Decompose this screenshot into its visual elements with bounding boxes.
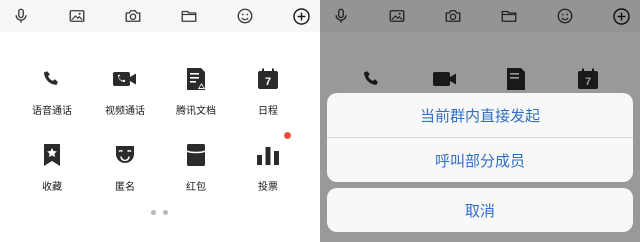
image-icon[interactable]: [67, 6, 87, 26]
chat-input-panel-left: 语音通话 视频通话 腾讯文档 7 日程 收藏 匿名 红包 投票: [0, 0, 320, 242]
tile-label: 收藏: [42, 182, 62, 193]
bookmark-star-icon: [39, 142, 65, 168]
page-dot[interactable]: [151, 210, 156, 215]
favorites-tile[interactable]: 收藏: [20, 142, 84, 202]
red-packet-tile[interactable]: 红包: [164, 142, 228, 202]
poll-tile[interactable]: 投票: [236, 142, 300, 202]
tile-label: 红包: [186, 182, 206, 193]
page-dot[interactable]: [163, 210, 168, 215]
call-some-members-option[interactable]: 呼叫部分成员: [327, 138, 633, 182]
video-call-tile[interactable]: 视频通话: [93, 66, 157, 126]
schedule-tile[interactable]: 7 日程: [236, 66, 300, 126]
calendar-icon: 7: [255, 66, 281, 92]
tile-label: 语音通话: [32, 106, 72, 117]
page-indicator: [0, 210, 320, 216]
start-in-group-option[interactable]: 当前群内直接发起: [327, 93, 633, 137]
tencent-docs-tile[interactable]: 腾讯文档: [164, 66, 228, 126]
document-icon: [183, 66, 209, 92]
chat-input-panel-right: 7 当前群内直接发起 呼叫部分成员 取消: [320, 0, 640, 242]
poll-bars-icon: [255, 142, 281, 168]
red-packet-icon: [183, 142, 209, 168]
anonymous-tile[interactable]: 匿名: [93, 142, 157, 202]
emoji-icon[interactable]: [235, 6, 255, 26]
microphone-icon[interactable]: [11, 6, 31, 26]
input-toolbar: [0, 0, 320, 32]
camera-icon[interactable]: [123, 6, 143, 26]
cancel-button[interactable]: 取消: [327, 188, 633, 232]
action-sheet-cancel: 取消: [327, 188, 633, 232]
tile-label: 腾讯文档: [176, 106, 216, 117]
plus-circle-icon[interactable]: [291, 6, 311, 26]
folder-icon[interactable]: [179, 6, 199, 26]
tile-label: 日程: [258, 106, 278, 117]
notification-badge: [284, 132, 291, 139]
video-camera-icon: [112, 66, 138, 92]
mask-icon: [112, 142, 138, 168]
screen: 语音通话 视频通话 腾讯文档 7 日程 收藏 匿名 红包 投票 7 当前群内直接…: [0, 0, 640, 242]
phone-icon: [39, 66, 65, 92]
calendar-day-number: 7: [265, 76, 271, 88]
action-sheet-options: 当前群内直接发起 呼叫部分成员: [327, 93, 633, 182]
tile-label: 视频通话: [105, 106, 145, 117]
tile-label: 匿名: [115, 182, 135, 193]
voice-call-tile[interactable]: 语音通话: [20, 66, 84, 126]
tile-label: 投票: [258, 182, 278, 193]
